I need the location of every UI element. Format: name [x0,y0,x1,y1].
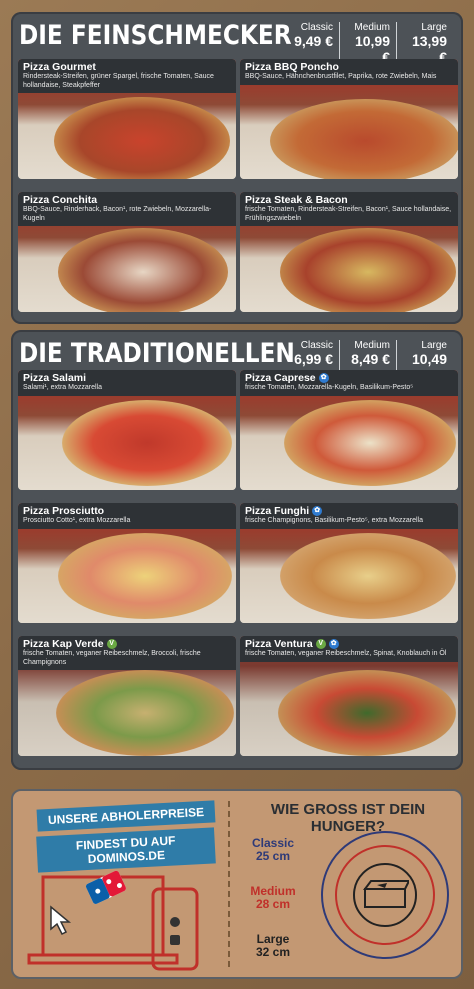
menu-page: DIE FEINSCHMECKER Classic 9,49 € Medium 10… [0,0,474,989]
pizza-image [58,533,232,619]
size-medium-label: Medium 28 cm [250,884,296,911]
pizza-card-caprese[interactable]: Pizza Caprese ✿ frische Tomaten, Mozzarell… [240,370,458,490]
pizza-name: Pizza Caprese [245,372,316,384]
info-box: UNSERE ABHOLERPREISE FINDEST DU AUF DOMI… [11,789,463,979]
vegetarian-icon: ✿ [328,639,339,650]
devices-illustration [27,870,199,971]
pizza-box-icon [363,880,409,908]
pizza-description: frische Tomaten, veganer Reibeschmelz, B… [23,650,201,666]
pizza-card-kap-verde[interactable]: Pizza Kap Verde Vfrische Tomaten, veganer… [18,636,236,756]
pizza-description: Salami¹, extra Mozzarella [23,384,102,391]
pickup-line-2: FINDEST DU AUF DOMINOS.DE [36,827,216,873]
section-title: DIE TRADITIONELLEN [19,338,295,369]
pizza-image [278,670,456,756]
pizza-image [280,228,456,312]
vegan-icon: V [315,639,326,650]
pizza-description: frische Tomaten, veganer Reibeschmelz, S… [245,650,447,657]
vegetarian-icon: ✿ [312,506,323,517]
pizza-card-bbq-poncho[interactable]: Pizza BBQ Poncho BBQ-Sauce, Hähnchenbrust… [240,59,458,179]
pizza-image [56,670,234,756]
pizza-name: Pizza Prosciutto [23,505,105,517]
pizza-image [270,99,458,179]
pizza-image [62,400,232,486]
pickup-line-1: UNSERE ABHOLERPREISE [36,800,216,832]
cursor-icon [50,905,72,936]
size-large-label: Large 32 cm [255,932,291,959]
pizza-name: Pizza Ventura [245,638,313,650]
divider [228,801,230,967]
pizza-name: Pizza Conchita [23,194,98,206]
traditionellen-section: DIE TRADITIONELLEN Classic 6,99 € Medium 8… [11,330,463,770]
pizza-description: BBQ-Sauce, Rinderhack, Bacon¹, rote Zwie… [23,206,212,222]
pizza-description: Prosciutto Cotto¹, extra Mozzarella [23,517,131,524]
dominos-logo-icon [85,870,126,904]
pizza-image [54,97,230,179]
pizza-description: BBQ-Sauce, Hähnchenbrustfilet, Paprika, … [245,73,437,80]
pizza-name: Pizza Funghi [245,505,310,517]
pizza-name: Pizza Steak & Bacon [245,194,348,206]
pizza-card-prosciutto[interactable]: Pizza Prosciutto Prosciutto Cotto¹, extra… [18,503,236,623]
pizza-image [284,400,456,486]
pizza-card-gourmet[interactable]: Pizza Gourmet Rindersteak-Streifen, grüne… [18,59,236,179]
android-icon [170,935,180,945]
pizza-image [58,228,228,312]
pizza-card-steak-bacon[interactable]: Pizza Steak & Bacon frische Tomaten, Rind… [240,192,458,312]
vegan-icon: V [106,639,117,650]
pizza-description: frische Champignons, Basilikum-Pesto⁵, e… [245,517,423,524]
pizza-name: Pizza Kap Verde [23,638,104,650]
feinschmecker-section: DIE FEINSCHMECKER Classic 9,49 € Medium 10… [11,12,463,324]
pizza-card-funghi[interactable]: Pizza Funghi ✿ frische Champignons, Basili… [240,503,458,623]
pizza-description: Rindersteak-Streifen, grüner Spargel, fr… [23,73,214,89]
size-classic-label: Classic 25 cm [251,836,295,863]
hunger-title: WIE GROSS IST DEIN HUNGER? [270,801,426,835]
pizza-card-ventura[interactable]: Pizza Ventura V ✿ frische Tomaten, veganer … [240,636,458,756]
pickup-banner[interactable]: UNSERE ABHOLERPREISE FINDEST DU AUF DOMI… [36,800,216,873]
pizza-name: Pizza Salami [23,372,87,384]
pizza-description: frische Tomaten, Mozzarella-Kugeln, Basi… [245,384,414,391]
pizza-description: frische Tomaten, Rindersteak-Streifen, B… [245,206,452,222]
pizza-name: Pizza BBQ Poncho [245,61,339,73]
pizza-card-salami[interactable]: Pizza Salami Salami¹, extra Mozzarella [18,370,236,490]
pizza-card-conchita[interactable]: Pizza Conchita BBQ-Sauce, Rinderhack, Bac… [18,192,236,312]
apple-icon [170,917,180,927]
pizza-name: Pizza Gourmet [23,61,96,73]
vegetarian-icon: ✿ [318,373,329,384]
pizza-image [280,533,456,619]
section-title: DIE FEINSCHMECKER [19,20,292,51]
